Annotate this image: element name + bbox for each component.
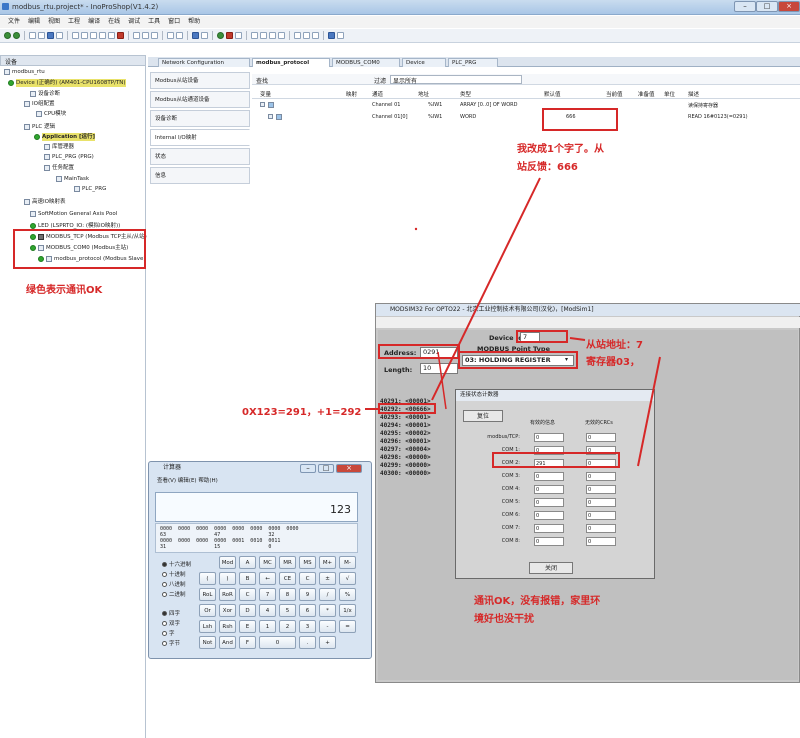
arrow-line — [431, 177, 541, 401]
arrow-line — [437, 351, 447, 410]
arrow-line — [637, 356, 661, 467]
arrow-line — [569, 337, 586, 341]
annotation-arrows — [365, 177, 661, 467]
stray-dot — [414, 227, 418, 231]
